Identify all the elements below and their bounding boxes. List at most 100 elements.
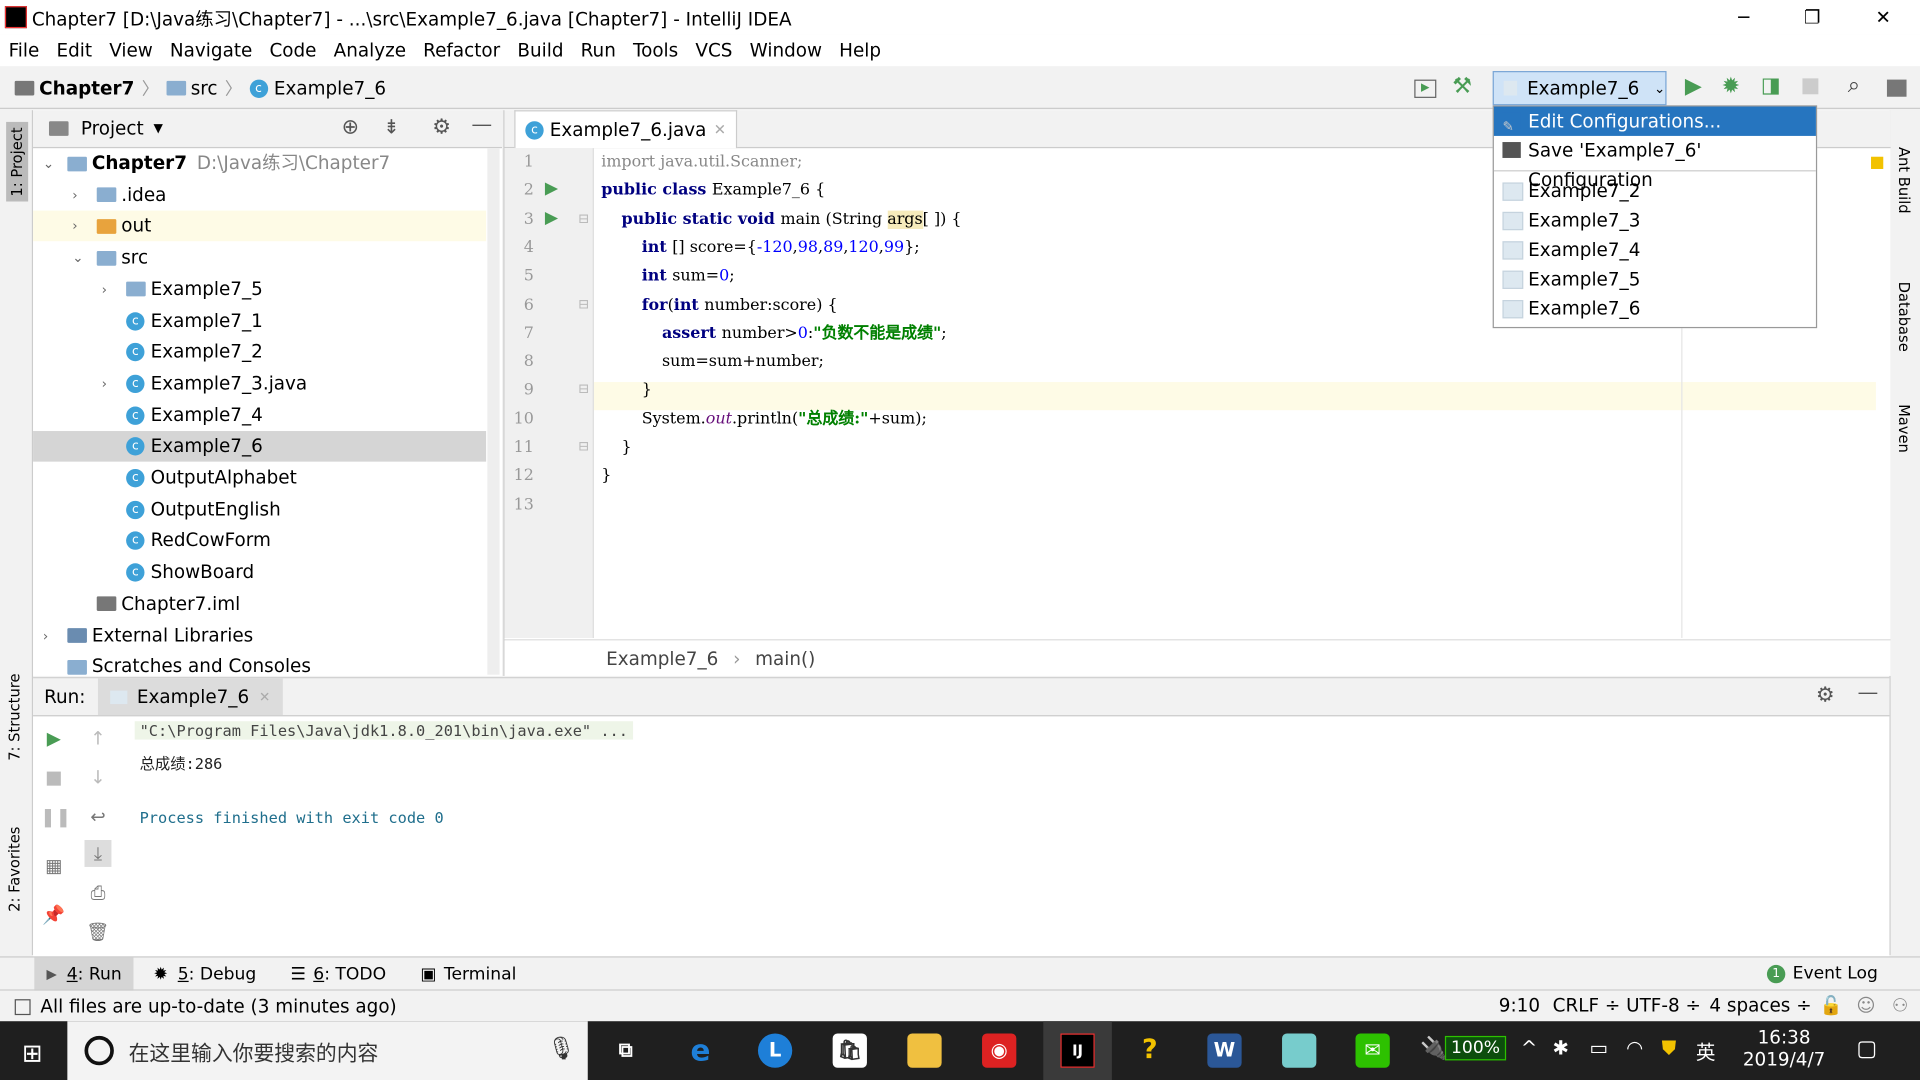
hector-icon[interactable]: ☺	[1856, 994, 1875, 1016]
notebook-app-icon[interactable]	[1282, 1033, 1317, 1068]
debug-tool-tab[interactable]: ✹ 5: Debug	[154, 964, 257, 984]
tree-item[interactable]: c ShowBoard	[33, 557, 486, 588]
code-line[interactable]: int sum=0;	[601, 262, 735, 290]
locate-crosshair-icon[interactable]: ⊕	[342, 115, 359, 139]
tab-example7-6-java[interactable]: c Example7_6.java ✕	[514, 110, 738, 149]
run-with-coverage-icon[interactable]: ◨	[1761, 73, 1781, 97]
run-configuration-dropdown[interactable]: Example7_6 ⌄	[1492, 71, 1667, 106]
wechat-icon[interactable]: ✉	[1355, 1033, 1390, 1068]
menu-tools[interactable]: Tools	[633, 39, 678, 61]
code-line[interactable]: }	[601, 462, 611, 490]
microphone-icon[interactable]: 🎙	[547, 1036, 575, 1062]
clock[interactable]: 16:38 2019/4/7	[1741, 1026, 1827, 1070]
menu-navigate[interactable]: Navigate	[170, 39, 252, 61]
run-tab-example7-6[interactable]: Example7_6 ✕	[97, 678, 283, 716]
wifi-icon[interactable]: ◠	[1626, 1036, 1643, 1059]
battery-indicator[interactable]: 100%	[1444, 1035, 1507, 1061]
task-view-icon[interactable]: ⧉	[609, 1033, 643, 1067]
run-window-icon[interactable]: ▶	[1414, 79, 1437, 98]
help-app-icon[interactable]: ?	[1133, 1033, 1167, 1067]
lock-icon[interactable]: 🔓	[1820, 994, 1843, 1016]
tree-item[interactable]: c Example7_4	[33, 400, 486, 431]
config-item-example7-5[interactable]: Example7_5	[1494, 264, 1816, 293]
todo-tool-tab[interactable]: ☰ 6: TODO	[291, 964, 387, 984]
memory-indicator-icon[interactable]: ⚇	[1892, 994, 1908, 1016]
tree-item[interactable]: ⌄ src	[33, 243, 486, 274]
edit-configurations-item[interactable]: ✎ Edit Configurations...	[1493, 106, 1816, 136]
security-shield-icon[interactable]: ⛊	[1662, 1036, 1677, 1060]
stop-icon[interactable]	[1802, 78, 1819, 95]
word-icon[interactable]: W	[1207, 1033, 1242, 1068]
expand-arrow-icon[interactable]: ›	[72, 180, 96, 211]
trash-icon[interactable]: 🗑	[84, 918, 111, 945]
config-item-example7-4[interactable]: Example7_4	[1494, 235, 1816, 264]
code-line[interactable]: import java.util.Scanner;	[601, 148, 802, 176]
project-structure-icon[interactable]	[1886, 79, 1907, 97]
tree-item[interactable]: c OutputEnglish	[33, 494, 486, 525]
tree-item[interactable]: › External Libraries	[33, 620, 486, 651]
breadcrumb-src[interactable]: src	[191, 77, 218, 99]
run-icon[interactable]: ▶	[1685, 73, 1702, 99]
structure-tool-tab[interactable]: 7: Structure	[6, 673, 23, 760]
menu-view[interactable]: View	[109, 39, 153, 61]
maven-tool-tab[interactable]: Maven	[1896, 404, 1913, 453]
ime-indicator[interactable]: 英	[1696, 1036, 1716, 1065]
tree-item[interactable]: c OutputAlphabet	[33, 463, 486, 494]
keyboard-icon[interactable]: ▭	[1589, 1036, 1608, 1059]
tree-item[interactable]: Chapter7.iml	[33, 589, 486, 620]
pin-icon[interactable]: 📌	[40, 901, 67, 928]
menu-vcs[interactable]: VCS	[695, 39, 732, 61]
expand-arrow-icon[interactable]: ⌄	[43, 148, 67, 179]
event-log-tab[interactable]: 1 Event Log	[1766, 964, 1878, 983]
project-view-selector[interactable]: Project	[81, 118, 144, 140]
menu-code[interactable]: Code	[269, 39, 316, 61]
breadcrumb-file[interactable]: Example7_6	[274, 77, 386, 99]
soft-wrap-icon[interactable]: ↩	[84, 803, 111, 830]
close-button[interactable]: ✕	[1849, 0, 1918, 34]
tree-item[interactable]: c RedCowForm	[33, 526, 486, 557]
gear-icon[interactable]: ⚙	[1816, 683, 1835, 707]
breadcrumb-method[interactable]: main()	[755, 648, 815, 670]
chevron-down-icon[interactable]: ▼	[153, 122, 162, 135]
down-arrow-icon[interactable]: ↓	[84, 764, 111, 791]
windows-start-icon[interactable]: ⊞	[22, 1038, 43, 1067]
menu-run[interactable]: Run	[581, 39, 616, 61]
edge-browser-icon[interactable]: e	[683, 1033, 717, 1067]
build-hammer-icon[interactable]: ⚒	[1452, 73, 1472, 99]
chevron-up-icon[interactable]: ^	[1521, 1036, 1537, 1059]
ant-build-tool-tab[interactable]: Ant Build	[1896, 147, 1913, 214]
config-item-example7-6[interactable]: Example7_6	[1494, 294, 1816, 323]
collapse-all-icon[interactable]: ⇟	[383, 115, 399, 138]
action-center-icon[interactable]: ▢	[1856, 1036, 1877, 1062]
scrollbar[interactable]	[487, 148, 500, 675]
close-tab-icon[interactable]: ✕	[259, 689, 270, 705]
config-item-example7-3[interactable]: Example7_3	[1494, 206, 1816, 235]
hide-minus-icon[interactable]: —	[471, 113, 492, 137]
project-tool-tab[interactable]: 1: Project	[6, 122, 29, 202]
run-gutter-icon[interactable]: ▶	[545, 179, 574, 199]
code-line[interactable]: int [] score={-120,98,89,120,99};	[601, 234, 920, 262]
gear-icon[interactable]: ⚙	[432, 115, 451, 139]
store-icon[interactable]: 🛍	[832, 1033, 867, 1068]
breadcrumb-project[interactable]: Chapter7	[39, 77, 134, 99]
layout-icon[interactable]: ▦	[40, 852, 67, 879]
expand-arrow-icon[interactable]: ›	[102, 368, 126, 399]
restore-button[interactable]: ❐	[1778, 0, 1847, 34]
config-item-example7-2[interactable]: Example7_2	[1494, 176, 1816, 205]
file-explorer-icon[interactable]	[907, 1033, 942, 1068]
indent-setting[interactable]: 4 spaces ÷	[1709, 994, 1811, 1016]
netease-music-icon[interactable]: ◉	[982, 1033, 1017, 1068]
menu-refactor[interactable]: Refactor	[423, 39, 500, 61]
menu-window[interactable]: Window	[750, 39, 822, 61]
hide-minus-icon[interactable]: —	[1858, 681, 1879, 705]
tree-item[interactable]: › c Example7_3.java	[33, 368, 486, 399]
code-line[interactable]: public class Example7_6 {	[601, 177, 825, 205]
caret-position[interactable]: 9:10	[1499, 994, 1540, 1016]
run-tool-tab[interactable]: ▶ 4: Run	[34, 957, 134, 991]
terminal-tool-tab[interactable]: ▣ Terminal	[420, 964, 516, 984]
tree-item[interactable]: c Example7_2	[33, 337, 486, 368]
tree-item[interactable]: › Example7_5	[33, 274, 486, 305]
menu-file[interactable]: File	[9, 39, 40, 61]
database-tool-tab[interactable]: Database	[1896, 282, 1913, 352]
tree-item[interactable]: › out	[33, 211, 487, 242]
